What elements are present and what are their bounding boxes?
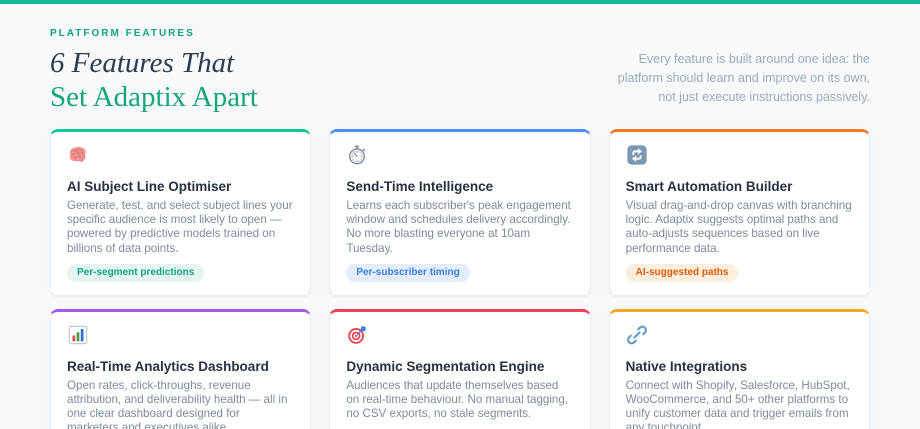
stopwatch-icon <box>346 144 368 166</box>
section-title-line2: Set Adaptix Apart <box>50 81 258 113</box>
section-eyebrow: PLATFORM FEATURES <box>50 28 195 39</box>
feature-card-dynamic-segmentation-engine: Dynamic Segmentation Engine Audiences th… <box>329 308 591 429</box>
feature-card-send-time-intelligence: Send-Time Intelligence Learns each subsc… <box>329 129 591 296</box>
section-header: PLATFORM FEATURES 6 Features That Set Ad… <box>50 28 870 114</box>
brain-icon <box>67 144 89 166</box>
feature-title: AI Subject Line Optimiser <box>67 179 232 194</box>
feature-badge: Per-subscriber timing <box>346 263 470 282</box>
feature-description: Audiences that update themselves based o… <box>346 378 569 421</box>
feature-card-smart-automation-builder: Smart Automation Builder Visual drag-and… <box>608 129 870 296</box>
section-intro-text: Every feature is built around one idea: … <box>617 51 870 104</box>
feature-title: Dynamic Segmentation Engine <box>346 358 545 374</box>
feature-badge: AI-suggested paths <box>625 263 739 282</box>
section-header-left: PLATFORM FEATURES 6 Features That Set Ad… <box>50 28 258 114</box>
section-title: 6 Features That Set Adaptix Apart <box>50 46 258 114</box>
feature-title: Send-Time Intelligence <box>346 179 494 194</box>
feature-cards-grid: AI Subject Line Optimiser Generate, test… <box>50 129 870 429</box>
feature-description: Learns each subscriber's peak engagement… <box>346 199 571 255</box>
features-section: PLATFORM FEATURES 6 Features That Set Ad… <box>0 4 920 429</box>
feature-description: Visual drag-and-drop canvas with branchi… <box>625 199 852 255</box>
feature-title: Real-Time Analytics Dashboard <box>67 358 269 374</box>
target-icon <box>346 324 368 346</box>
automation-arrows-icon <box>626 144 648 166</box>
feature-description: Open rates, click-throughs, revenue attr… <box>67 378 288 429</box>
feature-title: Native Integrations <box>625 358 748 374</box>
feature-description: Generate, test, and select subject lines… <box>67 199 293 255</box>
feature-card-real-time-analytics-dashboard: Real-Time Analytics Dashboard Open rates… <box>50 308 312 429</box>
section-title-line1: 6 Features That <box>50 47 235 79</box>
feature-badge: Per-segment predictions <box>67 263 205 282</box>
link-icon <box>626 324 648 346</box>
feature-description: Connect with Shopify, Salesforce, HubSpo… <box>625 378 850 429</box>
bar-chart-icon <box>67 324 89 346</box>
feature-card-ai-subject-line-optimiser: AI Subject Line Optimiser Generate, test… <box>50 129 312 296</box>
feature-title: Smart Automation Builder <box>625 179 793 194</box>
feature-card-native-integrations: Native Integrations Connect with Shopify… <box>608 308 870 429</box>
